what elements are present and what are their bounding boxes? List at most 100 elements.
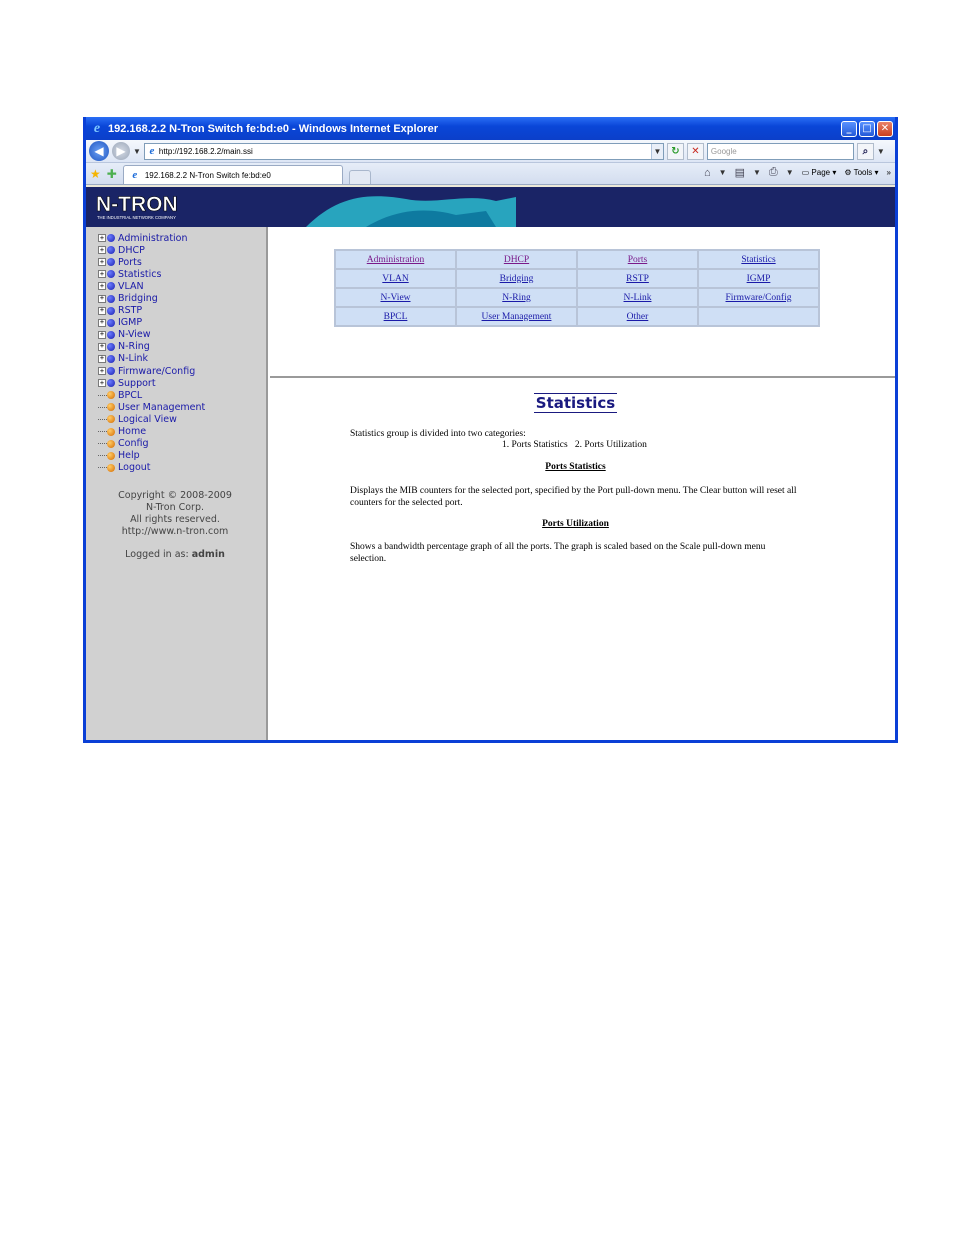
nav-link-bpcl[interactable]: BPCL (384, 312, 408, 322)
blue-bullet-icon (107, 270, 115, 279)
ports-utilization-heading: Ports Utilization (542, 519, 609, 529)
expand-plus-icon[interactable]: + (98, 367, 106, 376)
page-menu[interactable]: ▭ Page ▾ (802, 168, 837, 177)
nav-link-n-link[interactable]: N-Link (624, 293, 652, 303)
categories-text: 1. Ports Statistics 2. Ports Utilization (502, 440, 647, 450)
tree-connector (98, 418, 107, 420)
nav-link-user-management[interactable]: User Management (482, 312, 552, 322)
print-icon[interactable]: ⎙ (769, 166, 778, 179)
sidebar-item-dhcp[interactable]: + DHCP (98, 244, 205, 256)
sidebar-item-help[interactable]: Help (98, 450, 205, 462)
print-dropdown-icon[interactable]: ▼ (786, 168, 794, 177)
tree-connector (98, 467, 107, 469)
nav-table-cell: User Management (457, 308, 576, 325)
page-title: Statistics (270, 393, 881, 413)
expand-plus-icon[interactable]: + (98, 270, 106, 279)
sidebar-item-home[interactable]: Home (98, 426, 205, 438)
chevron-more-icon[interactable]: » (887, 168, 891, 177)
expand-plus-icon[interactable]: + (98, 294, 106, 303)
window-title: 192.168.2.2 N-Tron Switch fe:bd:e0 - Win… (108, 122, 438, 135)
maximize-button[interactable]: □ (859, 120, 875, 137)
expand-plus-icon[interactable]: + (98, 379, 106, 388)
address-field[interactable]: e http://192.168.2.2/main.ssi ▼ (143, 142, 664, 160)
sidebar-item-statistics[interactable]: + Statistics (98, 268, 205, 280)
nav-link-n-ring[interactable]: N-Ring (502, 293, 531, 303)
favorites-star-icon[interactable]: ★ (90, 167, 101, 181)
back-button[interactable]: ◀ (89, 141, 109, 161)
nav-link-firmware-config[interactable]: Firmware/Config (726, 293, 792, 303)
expand-plus-icon[interactable]: + (98, 234, 106, 243)
nav-link-administration[interactable]: Administration (367, 255, 425, 265)
sidebar-item-rstp[interactable]: + RSTP (98, 305, 205, 317)
sidebar-item-igmp[interactable]: + IGMP (98, 317, 205, 329)
nav-link-vlan[interactable]: VLAN (382, 274, 408, 284)
feeds-dropdown-icon[interactable]: ▼ (753, 168, 761, 177)
sidebar-item-support[interactable]: + Support (98, 377, 205, 389)
expand-plus-icon[interactable]: + (98, 282, 106, 291)
nav-link-dhcp[interactable]: DHCP (504, 255, 529, 265)
sidebar-item-ports[interactable]: + Ports (98, 256, 205, 268)
nav-link-other[interactable]: Other (627, 312, 649, 322)
sidebar-item-bpcl[interactable]: BPCL (98, 389, 205, 401)
search-options-icon[interactable]: ▼ (877, 147, 885, 156)
sidebar-item-bridging[interactable]: + Bridging (98, 292, 205, 304)
history-dropdown-icon[interactable]: ▼ (133, 147, 141, 156)
sidebar-item-vlan[interactable]: + VLAN (98, 280, 205, 292)
expand-plus-icon[interactable]: + (98, 306, 106, 315)
address-dropdown-icon[interactable]: ▼ (650, 143, 663, 159)
close-button[interactable]: ✕ (877, 120, 893, 137)
expand-plus-icon[interactable]: + (98, 246, 106, 255)
sidebar-item-label: Ports (118, 256, 142, 268)
nav-table-cell: BPCL (336, 308, 455, 325)
sidebar-item-config[interactable]: Config (98, 438, 205, 450)
bottom-frame: Statistics Statistics group is divided i… (270, 380, 895, 740)
browser-window: e 192.168.2.2 N-Tron Switch fe:bd:e0 - W… (83, 117, 898, 743)
nav-table-cell: VLAN (336, 270, 455, 287)
nav-table-cell: N-Link (578, 289, 697, 306)
sidebar-item-n-ring[interactable]: + N-Ring (98, 341, 205, 353)
feeds-icon[interactable]: ▤ (735, 166, 745, 179)
nav-link-igmp[interactable]: IGMP (747, 274, 771, 284)
sidebar-item-n-link[interactable]: + N-Link (98, 353, 205, 365)
expand-plus-icon[interactable]: + (98, 354, 106, 363)
expand-plus-icon[interactable]: + (98, 258, 106, 267)
sidebar-item-firmware-config[interactable]: + Firmware/Config (98, 365, 205, 377)
refresh-button[interactable]: ↻ (666, 142, 684, 160)
new-tab-button[interactable] (348, 170, 371, 184)
orange-bullet-icon (107, 403, 115, 412)
page-menu-label: Page (811, 168, 831, 177)
search-icon[interactable]: ⌕ (856, 142, 874, 160)
sidebar-item-label: Firmware/Config (118, 365, 196, 377)
ports-statistics-description: Displays the MIB counters for the select… (350, 486, 797, 508)
search-input[interactable]: Google (706, 142, 854, 160)
stop-button[interactable]: ✕ (686, 142, 704, 160)
home-dropdown-icon[interactable]: ▼ (719, 168, 727, 177)
sidebar-item-label: Config (118, 438, 149, 450)
blue-bullet-icon (107, 342, 115, 351)
page-icon: ▭ (801, 168, 810, 177)
expand-plus-icon[interactable]: + (98, 330, 106, 339)
sidebar-item-logical-view[interactable]: Logical View (98, 413, 205, 425)
home-icon[interactable]: ⌂ (704, 167, 711, 179)
add-favorites-icon[interactable]: ✚ (107, 167, 117, 181)
expand-plus-icon[interactable]: + (98, 342, 106, 351)
tab-active[interactable]: e 192.168.2.2 N-Tron Switch fe:bd:e0 (122, 165, 343, 184)
tree-connector (98, 431, 107, 433)
favorites-icons: ★ ✚ (90, 167, 117, 181)
forward-button[interactable]: ▶ (112, 142, 130, 160)
nav-link-statistics[interactable]: Statistics (741, 255, 775, 265)
minimize-button[interactable]: _ (841, 120, 857, 137)
sidebar-item-user-management[interactable]: User Management (98, 401, 205, 413)
expand-plus-icon[interactable]: + (98, 318, 106, 327)
sidebar-item-administration[interactable]: + Administration (98, 232, 205, 244)
tools-menu[interactable]: ⚙ Tools ▾ (844, 168, 878, 177)
title-bar[interactable]: e 192.168.2.2 N-Tron Switch fe:bd:e0 - W… (86, 117, 895, 140)
nav-link-n-view[interactable]: N-View (380, 293, 410, 303)
nav-link-ports[interactable]: Ports (628, 255, 648, 265)
sidebar-item-n-view[interactable]: + N-View (98, 329, 205, 341)
nav-link-bridging[interactable]: Bridging (500, 274, 534, 284)
sidebar-item-logout[interactable]: Logout (98, 462, 205, 474)
nav-table-cell: Bridging (457, 270, 576, 287)
address-url[interactable]: http://192.168.2.2/main.ssi (159, 147, 651, 156)
nav-link-rstp[interactable]: RSTP (626, 274, 649, 284)
